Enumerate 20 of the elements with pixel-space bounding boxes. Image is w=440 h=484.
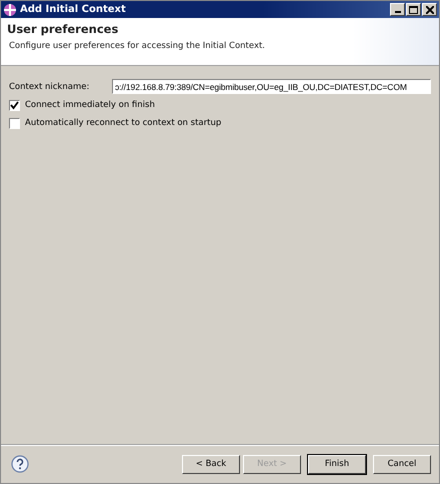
minimize-button[interactable]	[390, 3, 405, 16]
app-icon	[3, 2, 17, 16]
maximize-button[interactable]	[406, 3, 421, 16]
field-label: Context nickname:	[9, 82, 90, 92]
dialog-button[interactable]: Cancel	[373, 454, 431, 474]
nickname-field[interactable]: ɔ://192.168.8.79:389/CN=egibmibuser,OU=eg_IIB_OU,DC=DIATEST,DC=COM	[112, 79, 431, 94]
checkbox[interactable]	[9, 118, 20, 128]
dialog-button[interactable]: < Back	[182, 454, 240, 474]
close-button[interactable]	[422, 3, 437, 16]
dialog-button[interactable]: Finish	[308, 454, 366, 474]
checkbox[interactable]	[9, 100, 20, 110]
minimize-icon	[394, 11, 400, 13]
close-icon	[426, 6, 434, 14]
page-description: Configure user preferences for accessing the Initial Context.	[9, 41, 266, 51]
help-icon[interactable]	[11, 455, 29, 473]
checkbox-label: Automatically reconnect to context on startup	[25, 118, 222, 128]
window-title: Add Initial Context	[20, 4, 127, 15]
checkbox-label: Connect immediately on finish	[25, 100, 155, 110]
maximize-icon	[409, 6, 418, 14]
page-title: User preferences	[7, 22, 120, 36]
